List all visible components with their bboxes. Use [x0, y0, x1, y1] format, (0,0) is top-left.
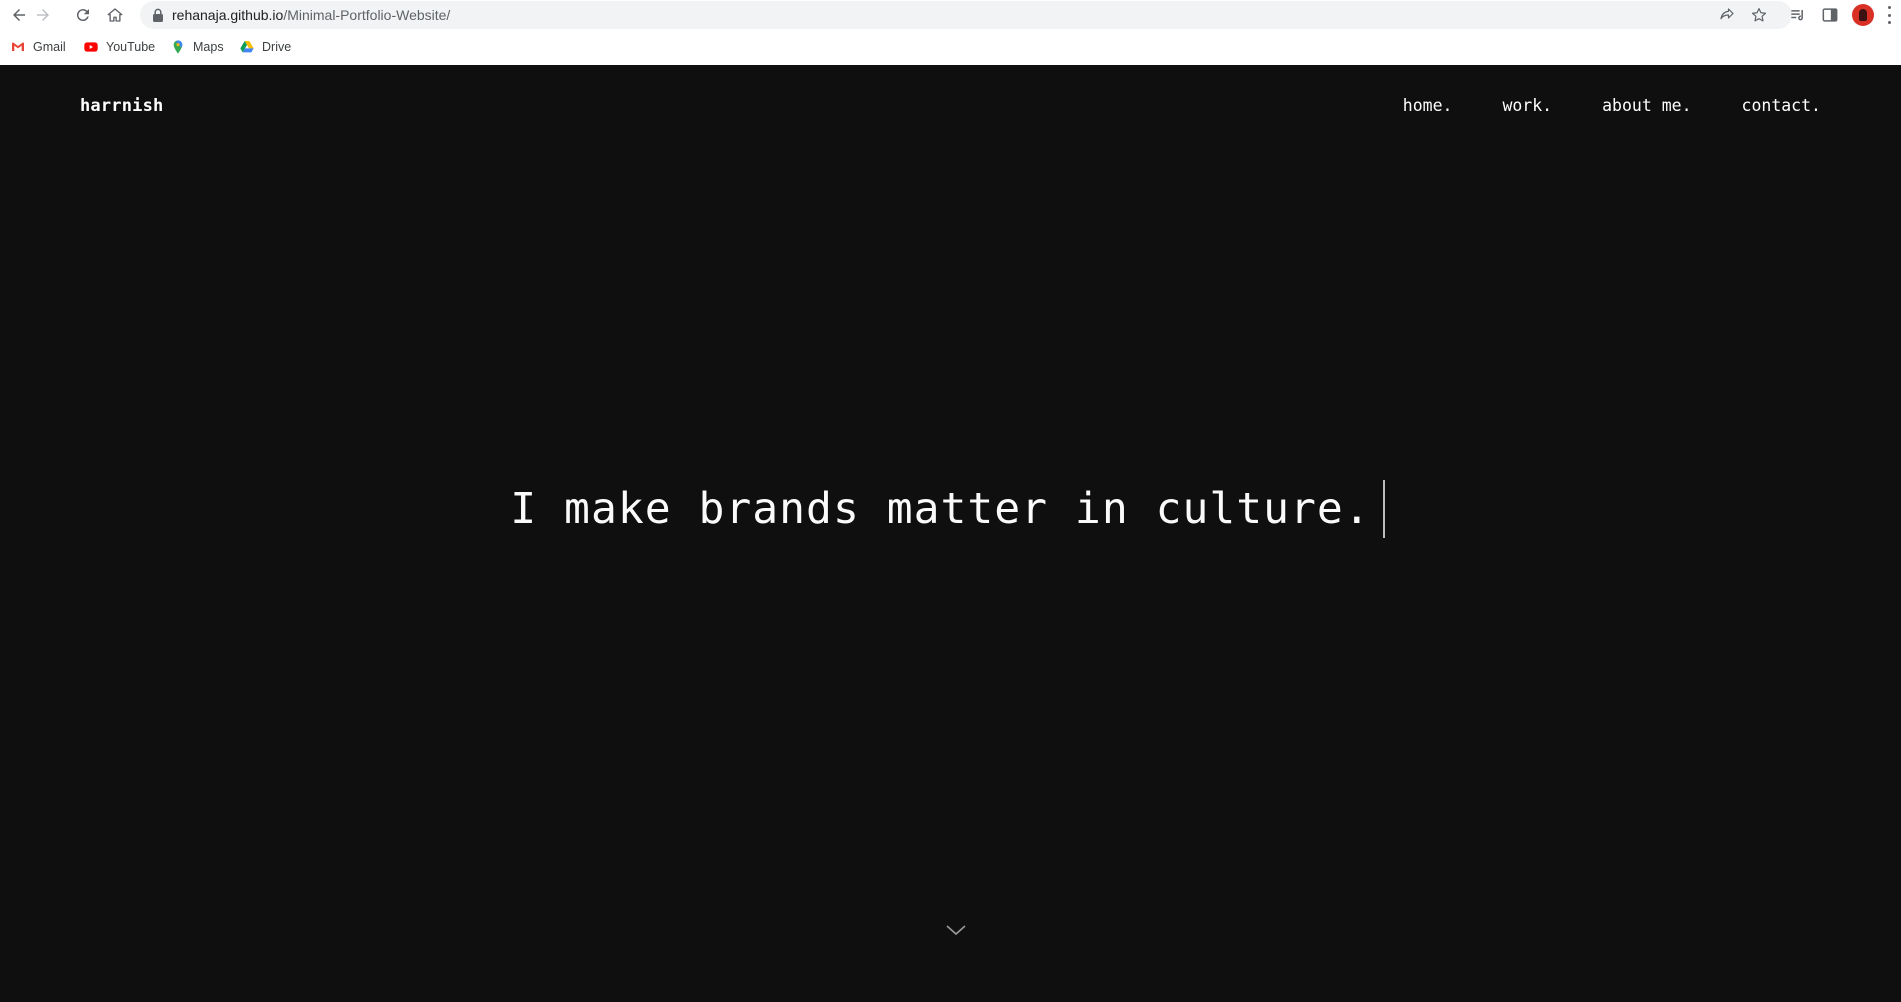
- site-brand[interactable]: harrnish: [80, 96, 163, 116]
- hero-headline: I make brands matter in culture.: [510, 484, 1371, 534]
- bookmark-label: Drive: [262, 40, 292, 54]
- bookmark-label: Maps: [193, 40, 224, 54]
- youtube-icon: [84, 42, 98, 52]
- hero: I make brands matter in culture.: [0, 480, 1901, 538]
- bookmark-drive[interactable]: Drive: [239, 34, 291, 60]
- bookmark-label: Gmail: [33, 40, 66, 54]
- back-arrow-icon: [13, 9, 25, 21]
- browser-menu-icon[interactable]: [1886, 6, 1892, 24]
- maps-icon: [173, 40, 183, 54]
- url-host: rehanaja.github.io: [172, 7, 284, 23]
- browser-chrome: rehanaja.github.io/Minimal-Portfolio-Web…: [0, 0, 1901, 65]
- reload-icon: [76, 9, 89, 22]
- reload-button[interactable]: [72, 4, 94, 26]
- share-icon[interactable]: [1718, 6, 1736, 24]
- site-nav: home. work. about me. contact.: [1403, 96, 1821, 115]
- gmail-icon: [12, 42, 24, 51]
- portfolio-page: harrnish home. work. about me. contact. …: [0, 65, 1901, 1002]
- nav-home[interactable]: home.: [1403, 96, 1453, 115]
- url-text: rehanaja.github.io/Minimal-Portfolio-Web…: [172, 7, 450, 23]
- typing-cursor: [1382, 480, 1385, 538]
- star-icon[interactable]: [1750, 6, 1768, 24]
- drive-icon: [240, 41, 254, 53]
- browser-toolbar: rehanaja.github.io/Minimal-Portfolio-Web…: [0, 0, 1901, 30]
- bookmarks-bar: Gmail YouTube Maps Drive: [0, 34, 1901, 60]
- profile-avatar[interactable]: [1852, 4, 1874, 26]
- home-icon: [107, 8, 123, 22]
- back-button[interactable]: [8, 4, 30, 26]
- nav-about[interactable]: about me.: [1602, 96, 1691, 115]
- home-button[interactable]: [104, 4, 126, 26]
- chevron-down-icon[interactable]: [945, 922, 967, 938]
- reading-list-icon[interactable]: [1788, 5, 1808, 25]
- nav-work[interactable]: work.: [1502, 96, 1552, 115]
- side-panel-icon[interactable]: [1820, 5, 1840, 25]
- nav-contact[interactable]: contact.: [1742, 96, 1821, 115]
- bookmark-gmail[interactable]: Gmail: [10, 34, 66, 60]
- bookmark-maps[interactable]: Maps: [170, 34, 224, 60]
- forward-button[interactable]: [32, 4, 54, 26]
- bookmark-youtube[interactable]: YouTube: [83, 34, 155, 60]
- url-path: /Minimal-Portfolio-Website/: [283, 7, 451, 23]
- address-bar[interactable]: rehanaja.github.io/Minimal-Portfolio-Web…: [140, 1, 1792, 29]
- lock-icon: [153, 8, 163, 22]
- bookmark-label: YouTube: [106, 40, 156, 54]
- forward-arrow-icon: [37, 9, 49, 21]
